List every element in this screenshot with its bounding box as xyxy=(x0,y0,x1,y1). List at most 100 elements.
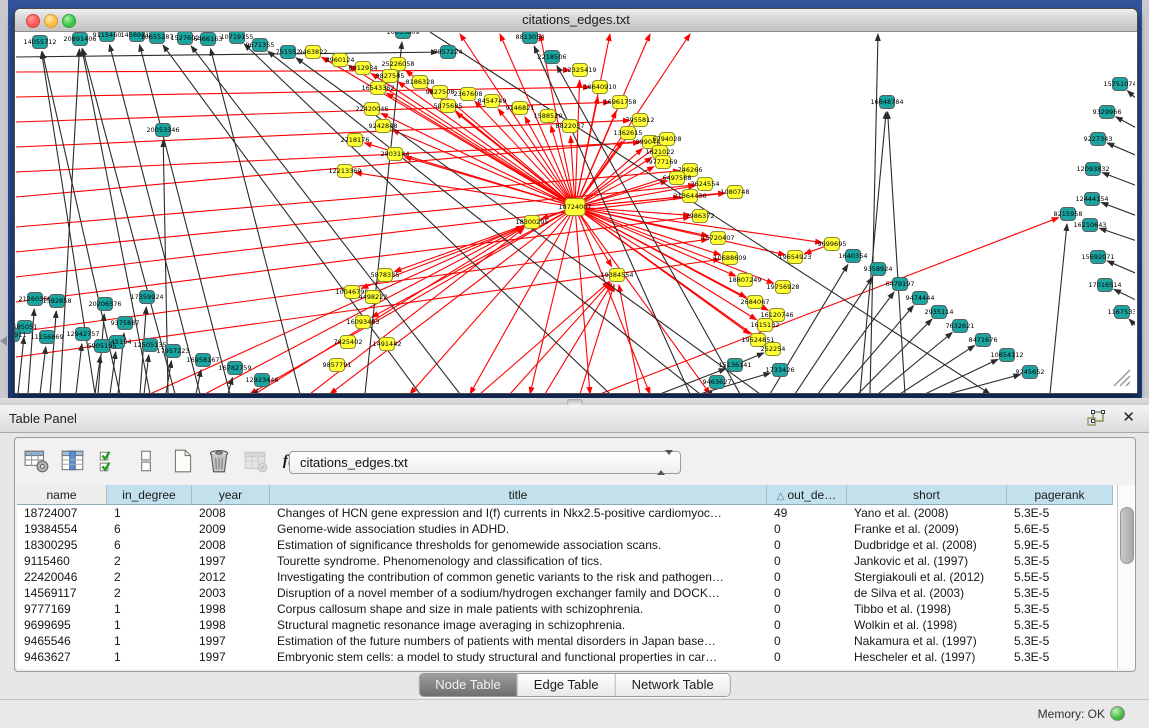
delete-columns-icon[interactable] xyxy=(206,448,232,474)
graph-node-label: 9827505 xyxy=(376,72,405,80)
table-cell: 1 xyxy=(107,505,192,521)
table-scrollbar[interactable] xyxy=(1117,485,1135,669)
table-cell: 0 xyxy=(767,553,847,569)
graph-node-label: 1592858 xyxy=(43,297,72,305)
column-header-pagerank[interactable]: pagerank xyxy=(1007,485,1113,505)
graph-edge xyxy=(619,285,640,393)
graph-node-label: 1621022 xyxy=(646,148,675,156)
graph-node-label: 20053346 xyxy=(146,126,179,134)
float-window-icon[interactable] xyxy=(1087,410,1105,426)
window-titlebar[interactable]: citations_edges.txt xyxy=(15,9,1137,32)
table-selector-value: citations_edges.txt xyxy=(300,455,408,470)
column-header-year[interactable]: year xyxy=(192,485,270,505)
graph-node-label: 3624554 xyxy=(691,180,720,188)
tab-network-table[interactable]: Network Table xyxy=(616,674,730,696)
graph-edge xyxy=(1116,117,1135,130)
status-bar: Memory: OK xyxy=(0,699,1149,728)
graph-edge xyxy=(1101,203,1135,217)
delete-table-icon[interactable] xyxy=(243,448,269,474)
table-cell: 0 xyxy=(767,601,847,617)
scrollbar-thumb[interactable] xyxy=(1120,507,1134,564)
table-row[interactable]: 1938455462009Genome-wide association stu… xyxy=(17,521,1131,537)
network-desktop: citations_edges.txt 18724007946382289601… xyxy=(0,0,1149,398)
graph-node-label: 10688609 xyxy=(713,254,746,262)
table-cell: 2008 xyxy=(192,505,270,521)
memory-status-label: Memory: OK xyxy=(1038,707,1105,721)
table-row[interactable]: 977716911998Corpus callosum shape and si… xyxy=(17,601,1131,617)
table-cell: Wolkin et al. (1998) xyxy=(847,617,1007,633)
panel-splitter[interactable] xyxy=(0,398,1149,405)
table-panel-title: Table Panel xyxy=(9,411,77,426)
graph-edge xyxy=(1127,91,1135,102)
table-cell: Changes of HCN gene expression and I(f) … xyxy=(270,505,767,521)
graph-node-label: 9857791 xyxy=(323,361,352,369)
graph-node-label: 12325419 xyxy=(563,66,596,74)
close-panel-icon[interactable]: ✕ xyxy=(1122,408,1135,426)
table-cell: 2 xyxy=(107,553,192,569)
graph-node-label: 5878335 xyxy=(371,271,400,279)
table-row[interactable]: 1456911722003Disruption of a novel membe… xyxy=(17,585,1131,601)
graph-edge xyxy=(60,49,79,393)
graph-node-label: 9242848 xyxy=(369,122,398,130)
graph-node-label: 9227343 xyxy=(1084,135,1113,143)
graph-node-label: 19756928 xyxy=(766,283,799,291)
collapse-panel-arrow-icon[interactable] xyxy=(0,336,7,346)
table-row[interactable]: 946362711997Embryonic stem cells: a mode… xyxy=(17,649,1131,665)
table-cell: Corpus callosum shape and size in male p… xyxy=(270,601,767,617)
table-cell: 5.3E-5 xyxy=(1007,553,1113,569)
graph-node-label: 9777169 xyxy=(649,158,678,166)
graph-node-label: 2218506 xyxy=(538,53,567,61)
column-header-name[interactable]: name xyxy=(17,485,107,505)
graph-node-label: 252254 xyxy=(761,345,786,353)
unselect-columns-icon[interactable] xyxy=(133,448,159,474)
graph-node-label: 8186328 xyxy=(406,78,435,86)
graph-node-label: 8960124 xyxy=(326,56,355,64)
graph-node-label: 7955812 xyxy=(626,116,655,124)
graph-node-label: 18724007 xyxy=(558,203,591,211)
graph-node-label: 6479197 xyxy=(886,280,915,288)
column-header-short[interactable]: short xyxy=(847,485,1007,505)
table-row[interactable]: 946554611997Estimation of the future num… xyxy=(17,633,1131,649)
column-header-title[interactable]: title xyxy=(270,485,767,505)
select-all-columns-icon[interactable] xyxy=(97,448,123,474)
table-cell: Stergiakouli et al. (2012) xyxy=(847,569,1007,585)
graph-edge xyxy=(545,284,612,393)
graph-node-label: 18640910 xyxy=(583,83,616,91)
graph-node-label: 7825402 xyxy=(334,338,363,346)
network-canvas[interactable]: 1872400794638228960124891293425226058982… xyxy=(15,32,1137,393)
table-row[interactable]: 2242004622012Investigating the contribut… xyxy=(17,569,1131,585)
graph-edge xyxy=(394,207,575,272)
graph-node-label: 16958167 xyxy=(186,356,219,364)
column-header-in_degree[interactable]: in_degree xyxy=(107,485,192,505)
table-cell: 5.3E-5 xyxy=(1007,505,1113,521)
new-table-icon[interactable] xyxy=(170,448,196,474)
table-cell: 2 xyxy=(107,585,192,601)
graph-edge xyxy=(1102,173,1135,187)
graph-node-label: 2935114 xyxy=(925,308,954,316)
table-cell: 1 xyxy=(107,617,192,633)
table-selector-dropdown[interactable]: citations_edges.txt xyxy=(289,451,681,474)
table-row[interactable]: 1830029562008Estimation of significance … xyxy=(17,537,1131,553)
tab-edge-table[interactable]: Edge Table xyxy=(518,674,616,696)
graph-node-label: 25226058 xyxy=(381,60,414,68)
table-panel-body: f(x) citations_edges.txt namein_degreeye… xyxy=(14,437,1136,672)
table-cell: Dudbridge et al. (2008) xyxy=(847,537,1007,553)
graph-node-label: 9146821 xyxy=(506,104,535,112)
table-options-icon[interactable] xyxy=(24,448,50,474)
table-row[interactable]: 1872400712008Changes of HCN gene express… xyxy=(17,505,1131,521)
graph-edge xyxy=(1050,224,1067,393)
tab-node-table[interactable]: Node Table xyxy=(419,674,518,696)
table-cell: Yano et al. (2008) xyxy=(847,505,1007,521)
graph-node-label: 15136141 xyxy=(718,361,751,369)
table-cell: 2003 xyxy=(192,585,270,601)
dropdown-arrows-icon xyxy=(657,455,673,470)
show-columns-icon[interactable] xyxy=(60,448,86,474)
graph-node-label: 10655287 xyxy=(140,33,173,41)
graph-edge xyxy=(98,314,104,393)
column-header-out_de[interactable]: △out_de… xyxy=(767,485,847,505)
table-cell: Embryonic stem cells: a model to study s… xyxy=(270,649,767,665)
graph-node-label: 2803144 xyxy=(381,150,410,158)
table-cell: 1997 xyxy=(192,649,270,665)
table-row[interactable]: 911546021997Tourette syndrome. Phenomeno… xyxy=(17,553,1131,569)
table-row[interactable]: 969969511998Structural magnetic resonanc… xyxy=(17,617,1131,633)
